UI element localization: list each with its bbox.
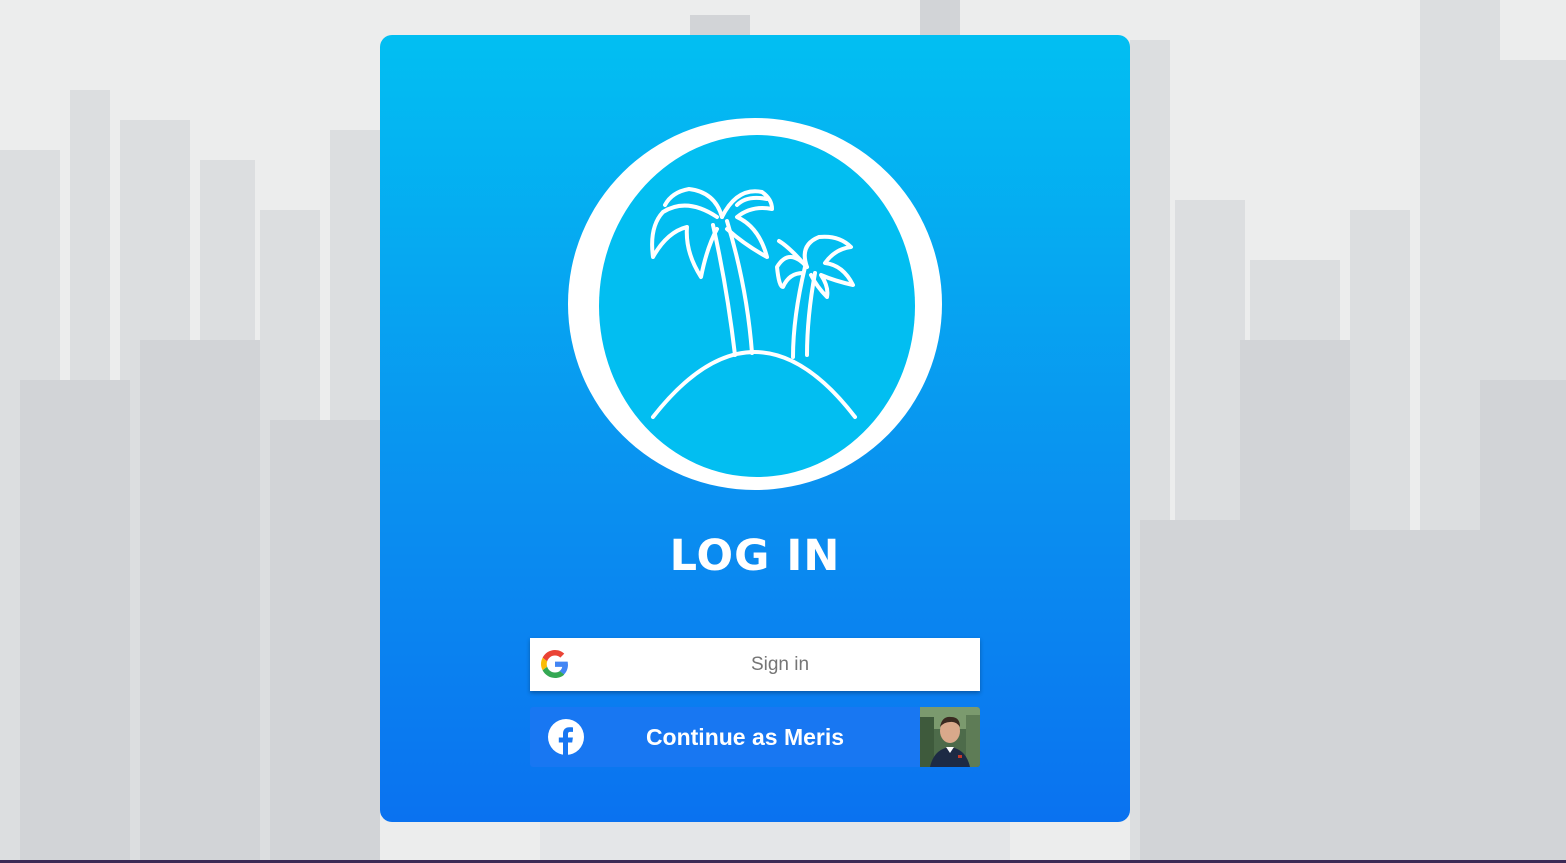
facebook-continue-button[interactable]: Continue as Meris [530,707,980,767]
facebook-continue-label: Continue as Meris [645,724,845,750]
palm-island-logo-icon [567,117,943,493]
google-sign-in-label: Sign in [750,654,810,675]
login-card: LOG IN Sign in Continue as Meris [380,35,1130,822]
facebook-f-icon [548,719,584,755]
profile-avatar [920,707,980,767]
google-g-icon [541,650,569,678]
google-sign-in-button[interactable]: Sign in [530,638,980,691]
login-title: LOG IN [669,531,841,581]
